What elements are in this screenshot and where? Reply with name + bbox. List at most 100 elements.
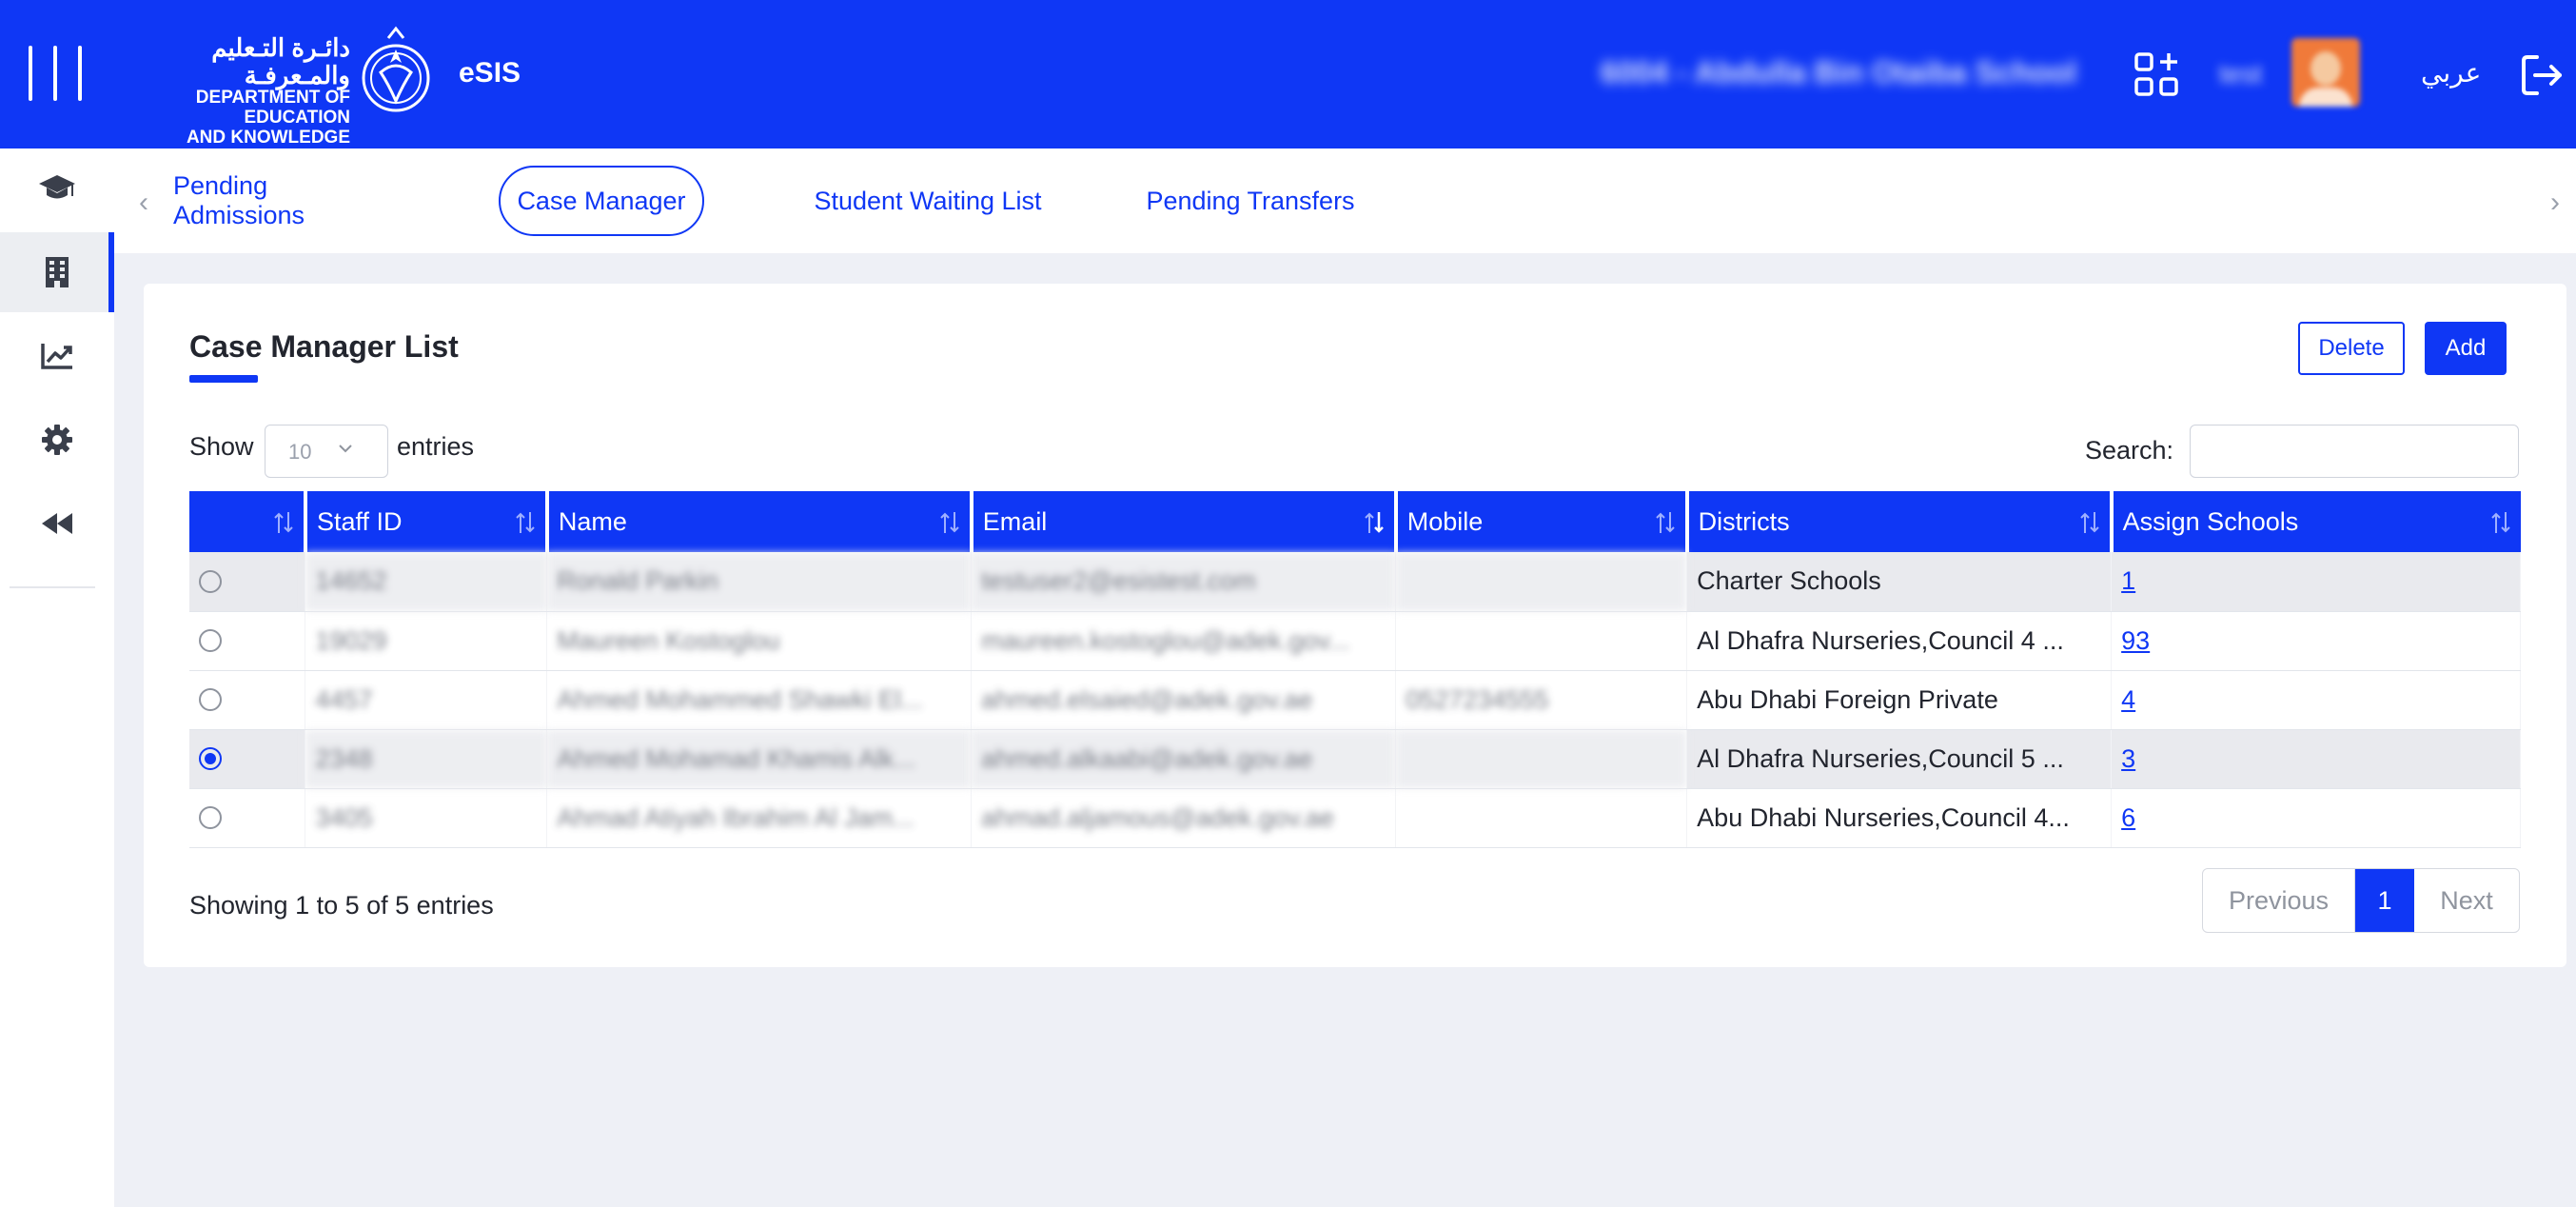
entries-select-value: 10	[288, 440, 312, 464]
previous-page-button[interactable]: Previous	[2203, 869, 2355, 932]
column-header-email[interactable]: Email	[971, 491, 1398, 552]
tab-pending-admissions[interactable]: Pending Admissions	[173, 166, 392, 236]
entries-per-page-select[interactable]: 10	[265, 425, 388, 478]
row-select-cell[interactable]	[189, 729, 306, 789]
row-radio[interactable]	[199, 806, 222, 829]
tab-student-waiting-list[interactable]: Student Waiting List	[801, 166, 1054, 236]
districts-cell: Al Dhafra Nurseries,Council 4 ...	[1686, 611, 2113, 671]
menu-toggle-icon[interactable]	[29, 46, 82, 101]
top-bar: دائـرة التـعليم والمـعرفـة DEPARTMENT OF…	[0, 0, 2576, 148]
row-radio-checked[interactable]	[199, 747, 222, 770]
table-row-selected[interactable]: 2348 Ahmed Mohamad Khamis Alk... ahmed.a…	[189, 729, 2521, 789]
email-cell: ahmad.aljamous@adek.gov.ae	[971, 788, 1397, 848]
mobile-cell	[1395, 788, 1688, 848]
sidebar-item-settings[interactable]	[0, 400, 114, 480]
user-name[interactable]: test	[2219, 59, 2262, 89]
assign-schools-link[interactable]: 93	[2121, 626, 2150, 655]
show-label: Show	[189, 432, 254, 461]
assign-schools-link[interactable]: 4	[2121, 685, 2135, 714]
email-cell: ahmed.elsaied@adek.gov.ae	[971, 670, 1397, 730]
search-label: Search:	[2085, 436, 2174, 465]
tab-bar: ‹ Pending Admissions Case Manager Studen…	[114, 148, 2576, 253]
table-row[interactable]: 19029 Maureen Kostoglou maureen.kostoglo…	[189, 611, 2521, 671]
tab-pending-transfers[interactable]: Pending Transfers	[1134, 166, 1367, 236]
tabs-scroll-right-icon[interactable]: ›	[2550, 187, 2560, 219]
tab-case-manager[interactable]: Case Manager	[499, 166, 704, 236]
case-manager-table: Staff ID Name Email Mobile Districts Ass…	[189, 491, 2521, 848]
sort-icon	[1655, 512, 1675, 533]
app-name: eSIS	[459, 57, 521, 89]
name-cell: Maureen Kostoglou	[546, 611, 973, 671]
logout-icon[interactable]	[2520, 53, 2564, 97]
column-header-select[interactable]	[189, 491, 307, 552]
row-select-cell[interactable]	[189, 788, 306, 848]
school-name[interactable]: 6004 - Abdulla Bin Otaiba School	[1601, 55, 2076, 90]
backward-icon	[42, 513, 72, 534]
language-toggle[interactable]: عربي	[2421, 57, 2481, 89]
table-header-row: Staff ID Name Email Mobile Districts Ass…	[189, 491, 2521, 552]
staff-id-cell: 2348	[305, 729, 548, 789]
pagination: Previous 1 Next	[2202, 868, 2520, 933]
mobile-cell	[1395, 552, 1688, 612]
sidebar-item-schools[interactable]	[0, 232, 114, 312]
mobile-cell	[1395, 611, 1688, 671]
sidebar-collapse-button[interactable]	[0, 484, 114, 564]
sort-icon	[274, 512, 293, 533]
email-cell: maureen.kostoglou@adek.gov...	[971, 611, 1397, 671]
row-select-cell[interactable]	[189, 611, 306, 671]
row-radio[interactable]	[199, 569, 222, 593]
sidebar-item-reports[interactable]	[0, 316, 114, 396]
name-cell: Ahmed Mohamad Khamis Alk...	[546, 729, 973, 789]
assign-schools-cell: 1	[2111, 552, 2521, 612]
email-cell: testuser2@esistest.com	[971, 552, 1397, 612]
sidebar-divider	[10, 586, 95, 588]
sort-icon	[516, 512, 535, 533]
chart-line-icon	[41, 344, 72, 369]
sort-icon	[2490, 512, 2510, 533]
tabs-scroll-left-icon[interactable]: ‹	[139, 187, 148, 219]
sort-descending-icon	[1365, 512, 1384, 533]
next-page-button[interactable]: Next	[2414, 869, 2519, 932]
column-header-districts[interactable]: Districts	[1686, 491, 2114, 552]
chevron-down-icon	[339, 445, 352, 453]
assign-schools-cell: 6	[2111, 788, 2521, 848]
row-select-cell[interactable]	[189, 670, 306, 730]
add-button[interactable]: Add	[2425, 322, 2507, 375]
title-underline	[189, 375, 258, 383]
assign-schools-link[interactable]: 1	[2121, 566, 2135, 595]
logo-english-line2: AND KNOWLEDGE	[186, 127, 350, 148]
page-1-button[interactable]: 1	[2355, 869, 2414, 932]
column-header-mobile[interactable]: Mobile	[1395, 491, 1689, 552]
assign-schools-link[interactable]: 6	[2121, 803, 2135, 832]
table-row[interactable]: 4457 Ahmed Mohammed Shawki El... ahmed.e…	[189, 670, 2521, 730]
table-info: Showing 1 to 5 of 5 entries	[189, 891, 494, 920]
table-row[interactable]: 14652 Ronald Parkin testuser2@esistest.c…	[189, 552, 2521, 612]
column-header-assign-schools[interactable]: Assign Schools	[2111, 491, 2521, 552]
falcon-emblem-icon	[362, 26, 430, 112]
case-manager-card: Case Manager List Delete Add Show 10 ent…	[144, 284, 2566, 967]
entries-label: entries	[397, 432, 475, 461]
table-row[interactable]: 3405 Ahmad Atiyah Ibrahim Al Jam... ahma…	[189, 788, 2521, 848]
row-radio[interactable]	[199, 629, 222, 652]
search-input[interactable]	[2190, 425, 2519, 478]
page-title: Case Manager List	[189, 329, 459, 364]
column-header-name[interactable]: Name	[546, 491, 973, 552]
assign-schools-cell: 3	[2111, 729, 2521, 789]
assign-schools-link[interactable]: 3	[2121, 744, 2135, 773]
avatar[interactable]	[2291, 38, 2360, 107]
add-widget-icon[interactable]	[2134, 51, 2179, 97]
logo-english-line1: DEPARTMENT OF EDUCATION	[195, 88, 350, 129]
sidebar-item-students[interactable]	[0, 148, 114, 228]
delete-button[interactable]: Delete	[2298, 322, 2405, 375]
districts-cell: Al Dhafra Nurseries,Council 5 ...	[1686, 729, 2113, 789]
name-cell: Ahmad Atiyah Ibrahim Al Jam...	[546, 788, 973, 848]
row-radio[interactable]	[199, 688, 222, 711]
staff-id-cell: 4457	[305, 670, 548, 730]
sort-icon	[940, 512, 959, 533]
column-header-staff-id[interactable]: Staff ID	[305, 491, 549, 552]
districts-cell: Abu Dhabi Foreign Private	[1686, 670, 2113, 730]
department-logo[interactable]: دائـرة التـعليم والمـعرفـة DEPARTMENT OF…	[122, 34, 350, 148]
row-select-cell[interactable]	[189, 552, 306, 612]
sort-icon	[2079, 512, 2099, 533]
graduation-cap-icon	[39, 175, 75, 199]
